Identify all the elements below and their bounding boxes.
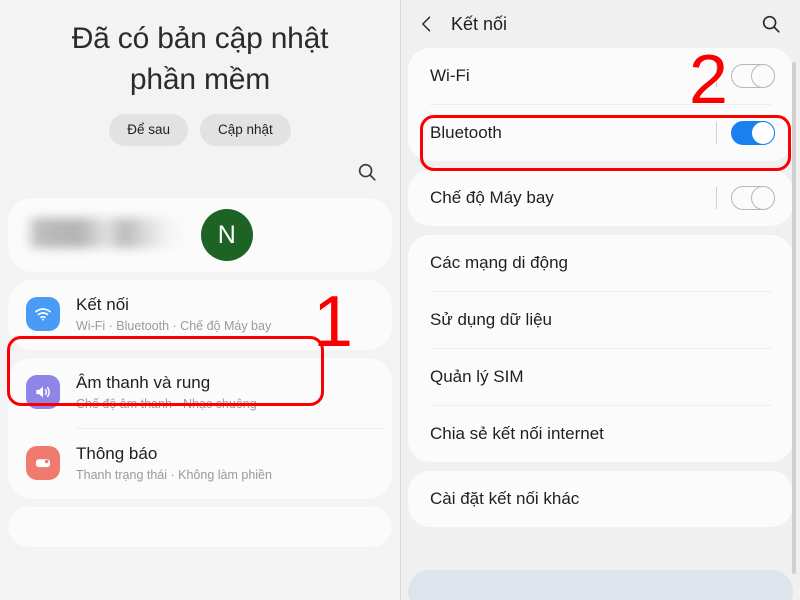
speaker-icon	[26, 375, 60, 409]
row-separator	[716, 65, 717, 87]
notifications-texts: Thông báo Thanh trạng thái · Không làm p…	[76, 443, 272, 483]
link-card-networks: Các mạng di động Sử dụng dữ liệu Quản lý…	[408, 235, 793, 462]
update-title-line-1: Đã có bản cập nhật	[71, 22, 329, 55]
sounds-title: Âm thanh và rung	[76, 373, 211, 392]
bluetooth-label: Bluetooth	[430, 123, 502, 142]
bluetooth-toggle[interactable]	[731, 121, 775, 145]
row-other-connection-settings[interactable]: Cài đặt kết nối khác	[408, 471, 793, 527]
sounds-texts: Âm thanh và rung Chế độ âm thanh · Nhạc …	[76, 372, 257, 412]
bottom-card-peek	[408, 570, 793, 600]
settings-card-sound-notification: Âm thanh và rung Chế độ âm thanh · Nhạc …	[8, 358, 392, 499]
software-update-banner: Đã có bản cập nhật phần mềm Để sau Cập n…	[0, 0, 400, 146]
sidebar-item-connections[interactable]: Kết nối Wi-Fi · Bluetooth · Chế độ Máy b…	[8, 280, 392, 350]
account-row[interactable]: N	[8, 198, 392, 272]
account-card[interactable]: N	[8, 198, 392, 272]
connections-title: Kết nối	[76, 295, 129, 314]
search-icon[interactable]	[760, 13, 782, 35]
page-title: Kết nối	[451, 13, 508, 34]
vertical-scrollbar[interactable]	[792, 62, 796, 574]
connections-texts: Kết nối Wi-Fi · Bluetooth · Chế độ Máy b…	[76, 294, 271, 334]
left-search-row	[0, 146, 400, 198]
wifi-toggle-knob	[751, 64, 775, 88]
right-phone-panel: Kết nối Wi-Fi Bluetooth Chế độ Máy bay C…	[400, 0, 800, 600]
bluetooth-toggle-knob	[751, 121, 775, 145]
row-airplane-mode[interactable]: Chế độ Máy bay	[408, 170, 793, 226]
toggle-card-primary: Wi-Fi Bluetooth	[408, 48, 793, 161]
left-phone-panel: Đã có bản cập nhật phần mềm Để sau Cập n…	[0, 0, 400, 600]
wifi-toggle[interactable]	[731, 64, 775, 88]
screenshot-root: Đã có bản cập nhật phần mềm Để sau Cập n…	[0, 0, 800, 600]
row-separator	[716, 122, 717, 144]
connections-header: Kết nối	[401, 0, 800, 48]
later-button[interactable]: Để sau	[109, 114, 188, 146]
row-mobile-networks[interactable]: Các mạng di động	[408, 235, 793, 291]
settings-card-next-peek	[8, 507, 392, 547]
row-bluetooth[interactable]: Bluetooth	[408, 105, 793, 161]
link-card-other: Cài đặt kết nối khác	[408, 471, 793, 527]
update-button[interactable]: Cập nhật	[199, 114, 291, 146]
airplane-mode-toggle[interactable]	[731, 186, 775, 210]
settings-card-connections: Kết nối Wi-Fi · Bluetooth · Chế độ Máy b…	[8, 280, 392, 350]
row-wifi[interactable]: Wi-Fi	[408, 48, 793, 104]
wifi-icon	[26, 297, 60, 331]
notification-icon	[26, 446, 60, 480]
row-internet-sharing[interactable]: Chia sẻ kết nối internet	[408, 406, 793, 462]
row-separator	[716, 187, 717, 209]
wifi-label: Wi-Fi	[430, 66, 470, 85]
update-title-line-2: phần mềm	[129, 63, 271, 96]
notifications-subtitle: Thanh trạng thái · Không làm phiền	[76, 468, 272, 482]
sidebar-item-notifications[interactable]: Thông báo Thanh trạng thái · Không làm p…	[8, 429, 392, 499]
sidebar-item-sounds-vibration[interactable]: Âm thanh và rung Chế độ âm thanh · Nhạc …	[8, 358, 392, 428]
search-icon[interactable]	[356, 161, 378, 183]
notifications-title: Thông báo	[76, 444, 158, 463]
connections-subtitle: Wi-Fi · Bluetooth · Chế độ Máy bay	[76, 319, 272, 333]
row-sim-manager[interactable]: Quản lý SIM	[408, 349, 793, 405]
avatar[interactable]: N	[201, 209, 253, 261]
account-name-redacted	[26, 218, 201, 248]
toggle-card-airplane: Chế độ Máy bay	[408, 170, 793, 226]
chevron-left-icon[interactable]	[417, 14, 437, 34]
airplane-mode-label: Chế độ Máy bay	[430, 188, 554, 207]
airplane-mode-toggle-knob	[751, 186, 775, 210]
row-data-usage[interactable]: Sử dụng dữ liệu	[408, 292, 793, 348]
update-action-row: Để sau Cập nhật	[0, 114, 400, 146]
sounds-subtitle: Chế độ âm thanh · Nhạc chuông	[76, 397, 257, 411]
